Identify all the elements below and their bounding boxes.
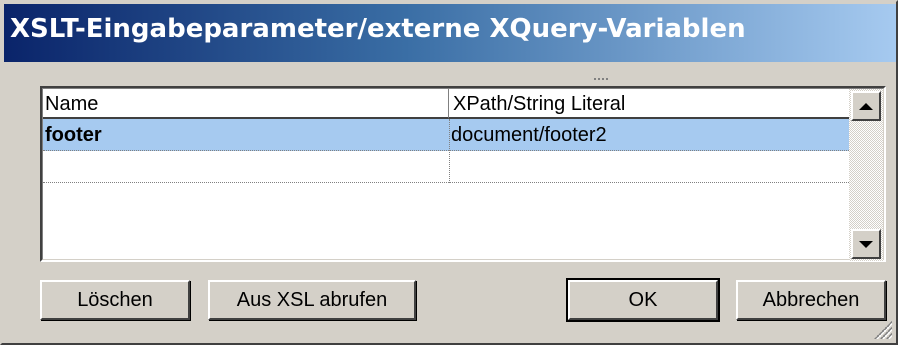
table-body: Name XPath/String Literal footer documen… bbox=[42, 88, 884, 261]
column-header-name[interactable]: Name bbox=[43, 89, 449, 119]
row-value-cell[interactable] bbox=[451, 151, 851, 183]
dialog-title: XSLT-Eingabeparameter/externe XQuery-Var… bbox=[10, 14, 746, 44]
delete-button[interactable]: Löschen bbox=[40, 280, 190, 320]
table-row[interactable]: footer document/footer2 bbox=[43, 119, 853, 151]
row-name-cell[interactable] bbox=[45, 151, 447, 183]
scroll-down-button[interactable] bbox=[851, 229, 881, 259]
scroll-up-button[interactable] bbox=[851, 91, 881, 121]
vertical-scrollbar[interactable] bbox=[849, 89, 883, 261]
parameters-dialog: XSLT-Eingabeparameter/externe XQuery-Var… bbox=[0, 0, 898, 345]
row-value-cell[interactable]: document/footer2 bbox=[451, 119, 851, 151]
triangle-down-icon bbox=[859, 240, 873, 248]
column-resize-handle[interactable] bbox=[594, 78, 608, 83]
table-row[interactable] bbox=[43, 151, 853, 183]
ok-button[interactable]: OK bbox=[566, 278, 720, 322]
cancel-button[interactable]: Abbrechen bbox=[736, 280, 886, 320]
column-separator bbox=[449, 119, 450, 183]
title-bar[interactable]: XSLT-Eingabeparameter/externe XQuery-Var… bbox=[4, 4, 896, 62]
row-name-cell[interactable]: footer bbox=[45, 119, 447, 151]
parameters-table[interactable]: Name XPath/String Literal footer documen… bbox=[40, 86, 886, 262]
fetch-from-xsl-button[interactable]: Aus XSL abrufen bbox=[208, 280, 416, 320]
column-header-xpath[interactable]: XPath/String Literal bbox=[449, 89, 853, 119]
resize-grip-icon[interactable] bbox=[872, 319, 892, 339]
triangle-up-icon bbox=[859, 102, 873, 110]
